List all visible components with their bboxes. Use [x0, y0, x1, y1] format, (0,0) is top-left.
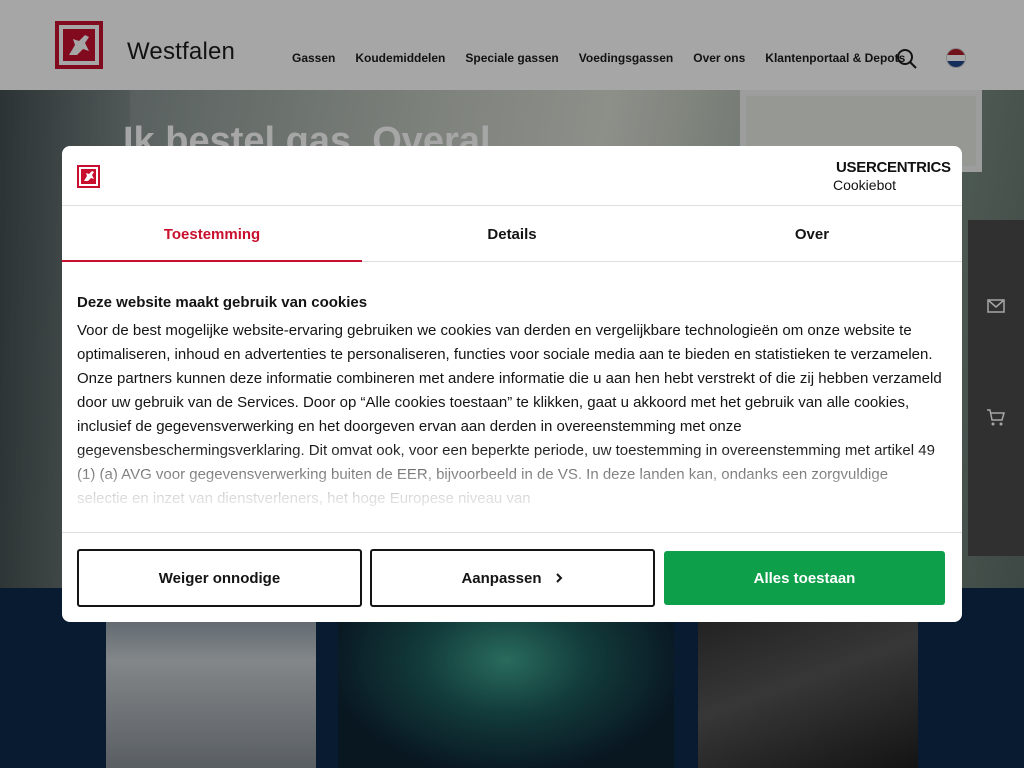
- chevron-right-icon: [555, 573, 562, 583]
- customize-label: Aanpassen: [461, 569, 542, 587]
- accept-all-button[interactable]: Alles toestaan: [664, 551, 945, 605]
- usercentrics-brand: USERCENTRICS Cookiebot: [833, 159, 951, 193]
- cookie-consent-dialog: USERCENTRICS Cookiebot Toestemming Detai…: [62, 146, 962, 622]
- provider-name: USERCENTRICS: [836, 159, 951, 176]
- westfalen-small-logo-icon: [77, 165, 100, 188]
- consent-title: Deze website maakt gebruik van cookies: [77, 294, 368, 311]
- dialog-footer: Weiger onnodige Aanpassen Alles toestaan: [62, 532, 962, 622]
- tab-over[interactable]: Over: [662, 207, 962, 261]
- customize-button[interactable]: Aanpassen: [370, 549, 655, 607]
- tab-toestemming[interactable]: Toestemming: [62, 207, 362, 262]
- dialog-tabs: Toestemming Details Over: [62, 207, 962, 262]
- dialog-header: USERCENTRICS Cookiebot: [62, 146, 962, 206]
- tab-details[interactable]: Details: [362, 207, 662, 261]
- content-fade: [62, 446, 962, 532]
- deny-button[interactable]: Weiger onnodige: [77, 549, 362, 607]
- provider-sub: Cookiebot: [833, 177, 897, 193]
